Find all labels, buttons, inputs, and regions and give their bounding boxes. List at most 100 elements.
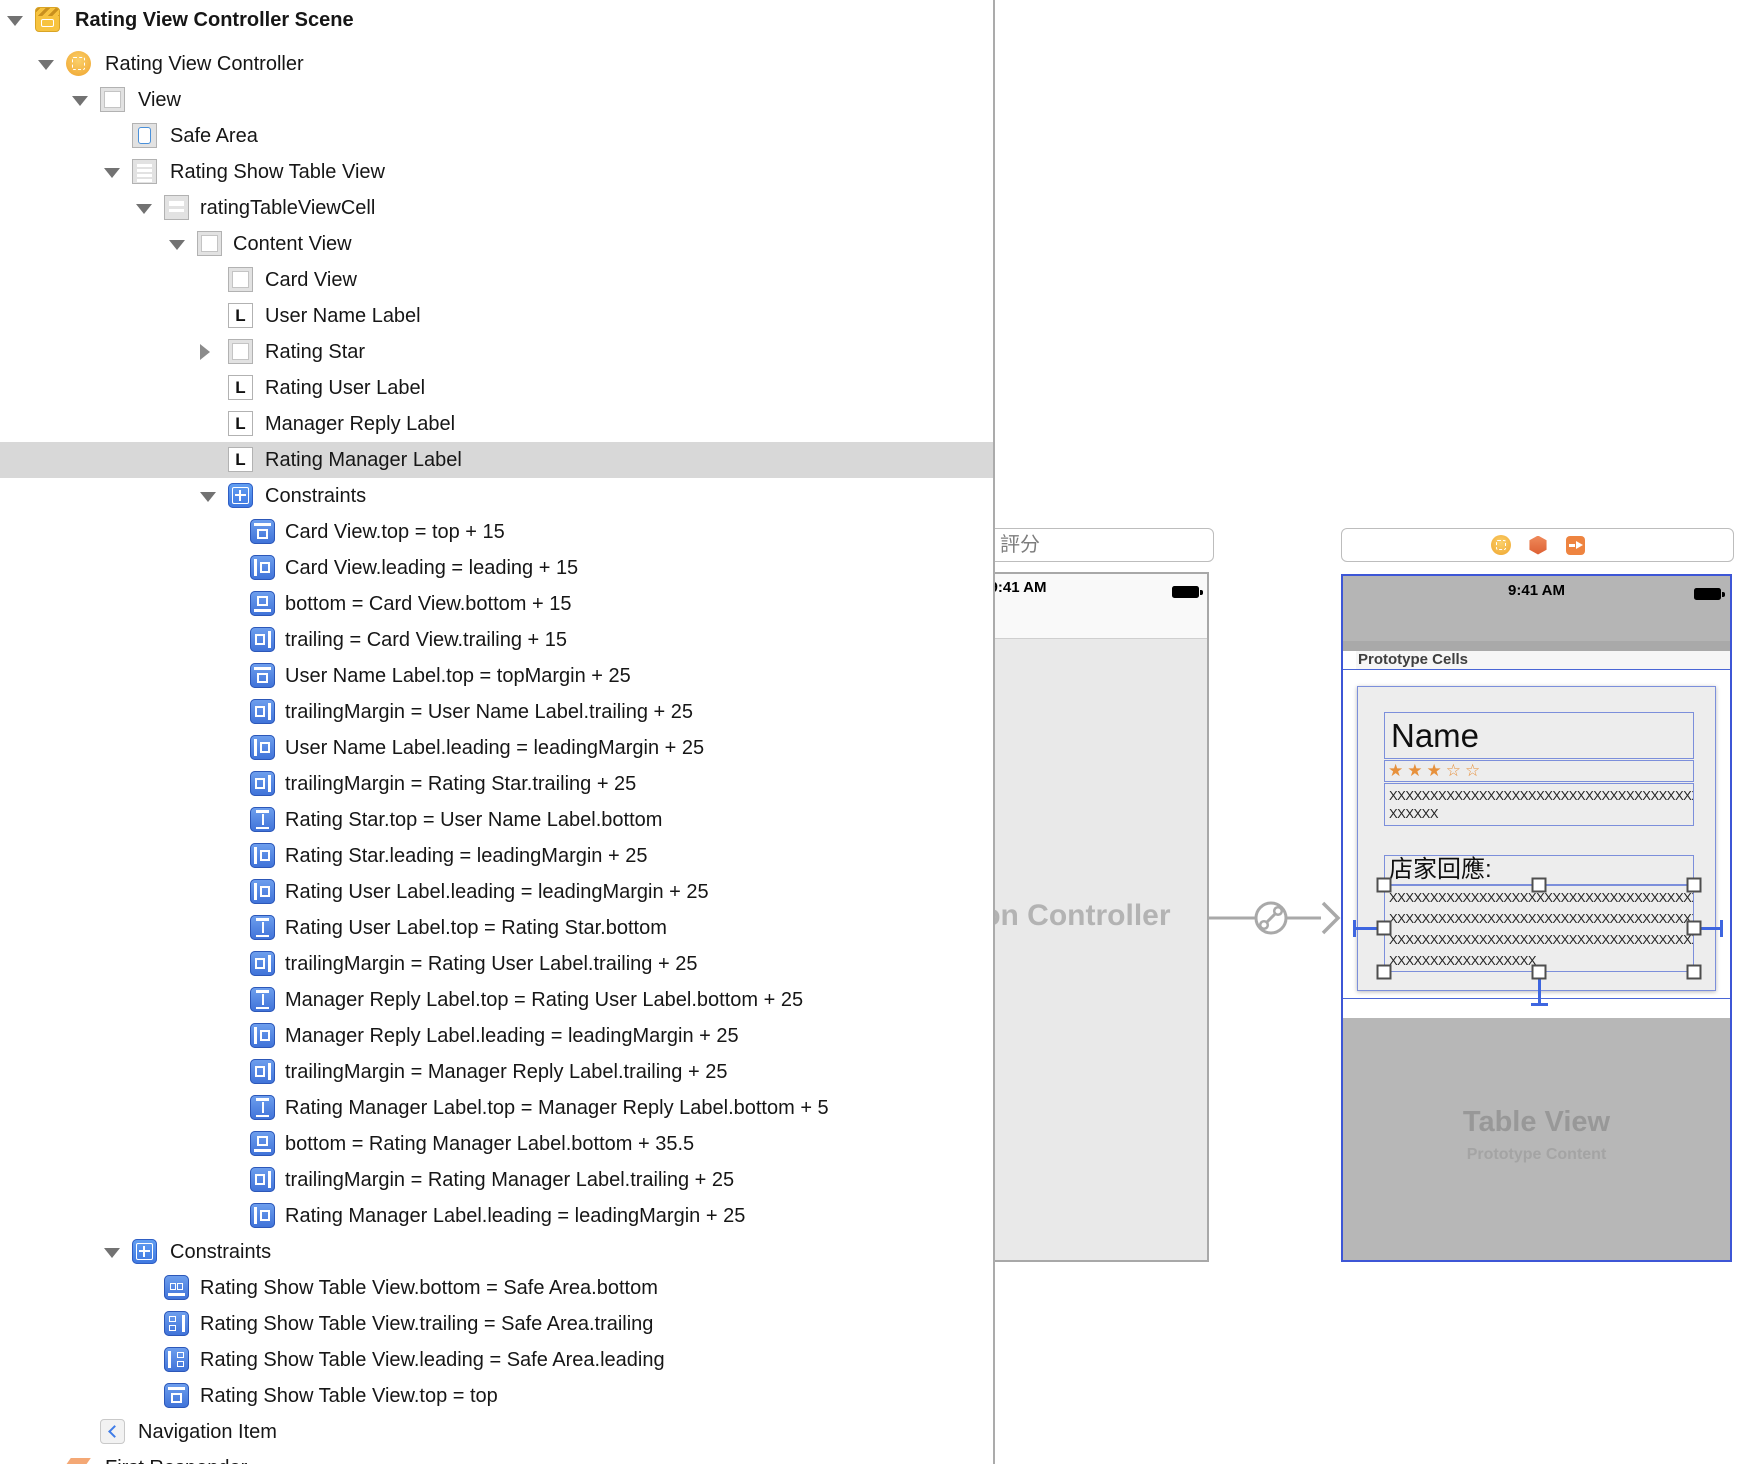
document-outline: Rating View Controller Scene Rating View … bbox=[0, 0, 993, 1464]
outline-row-user-name-label-top-topmargin-25[interactable]: User Name Label.top = topMargin + 25 bbox=[0, 658, 993, 694]
selection-handle[interactable] bbox=[1376, 964, 1392, 980]
outline-row-label: Constraints bbox=[265, 485, 367, 507]
view-icon bbox=[228, 339, 253, 364]
outline-row-card-view-top-top-15[interactable]: Card View.top = top + 15 bbox=[0, 514, 993, 550]
outline-row-label: bottom = Card View.bottom + 15 bbox=[285, 593, 572, 615]
disclosure-open-icon[interactable] bbox=[104, 168, 120, 178]
outline-row-card-view[interactable]: Card View bbox=[0, 262, 993, 298]
navigation-controller-scene[interactable]: 9:41 AM Navigation Controller bbox=[995, 572, 1209, 1262]
c-v-icon bbox=[250, 1095, 275, 1120]
storyboard-canvas[interactable]: 評分 9:41 AM Navigation Controller 9:41 AM… bbox=[995, 0, 1750, 1464]
ce-trailing-icon bbox=[164, 1311, 189, 1336]
ce-leading-icon bbox=[164, 1347, 189, 1372]
rating-manager-label[interactable]: XXXXXXXXXXXXXXXXXXXXXXXXXXXXXXXXXXXXXXXX… bbox=[1384, 885, 1694, 972]
outline-row-rating-star-leading-leadingmargin-25[interactable]: Rating Star.leading = leadingMargin + 25 bbox=[0, 838, 993, 874]
outline-row-rating-show-table-view-leading-safe-area-leading[interactable]: Rating Show Table View.leading = Safe Ar… bbox=[0, 1342, 993, 1378]
c-top-icon bbox=[164, 1383, 189, 1408]
table-icon bbox=[132, 159, 157, 184]
outline-row-label: ratingTableViewCell bbox=[200, 197, 376, 219]
outline-row-bottom-rating-manager-label-bottom-35-5[interactable]: bottom = Rating Manager Label.bottom + 3… bbox=[0, 1126, 993, 1162]
outline-row-constraints[interactable]: Constraints bbox=[0, 1234, 993, 1270]
rating-star-view[interactable]: ★★★☆☆ bbox=[1384, 760, 1694, 782]
c-trailing-icon bbox=[250, 627, 275, 652]
rating-view-controller-scene[interactable]: 9:41 AM Prototype Cells Name ★★★☆☆ XXXXX… bbox=[1341, 574, 1732, 1262]
outline-row-rating-star[interactable]: Rating Star bbox=[0, 334, 993, 370]
selection-handle[interactable] bbox=[1531, 877, 1547, 893]
outline-row-rating-user-label-leading-leadingmargin-25[interactable]: Rating User Label.leading = leadingMargi… bbox=[0, 874, 993, 910]
first-responder-icon[interactable] bbox=[1529, 535, 1547, 555]
c-trailing-icon bbox=[250, 771, 275, 796]
outline-row-label: Constraints bbox=[170, 1241, 272, 1263]
outline-row-user-name-label-leading-leadingmargin-25[interactable]: User Name Label.leading = leadingMargin … bbox=[0, 730, 993, 766]
outline-row-rating-manager-label-top-manager-reply-label-bot[interactable]: Rating Manager Label.top = Manager Reply… bbox=[0, 1090, 993, 1126]
outline-row-rating-show-table-view-bottom-safe-area-bottom[interactable]: Rating Show Table View.bottom = Safe Are… bbox=[0, 1270, 993, 1306]
user-name-label[interactable]: Name bbox=[1384, 712, 1694, 759]
outline-row-rating-manager-label-leading-leadingmargin-25[interactable]: Rating Manager Label.leading = leadingMa… bbox=[0, 1198, 993, 1234]
nav-scene-toolbar[interactable]: 評分 bbox=[995, 528, 1214, 562]
outline-row-rating-show-table-view-top-top[interactable]: Rating Show Table View.top = top bbox=[0, 1378, 993, 1414]
selection-handle[interactable] bbox=[1686, 964, 1702, 980]
outline-row-rating-star-top-user-name-label-bottom[interactable]: Rating Star.top = User Name Label.bottom bbox=[0, 802, 993, 838]
pane-divider[interactable] bbox=[993, 0, 995, 1464]
table-view-cell[interactable]: Name ★★★☆☆ XXXXXXXXXXXXXXXXXXXXXXXXXXXXX… bbox=[1343, 669, 1730, 1006]
selection-handle[interactable] bbox=[1376, 920, 1392, 936]
outline-row-label: Content View bbox=[233, 233, 352, 255]
outline-row-rating-show-table-view-trailing-safe-area-traili[interactable]: Rating Show Table View.trailing = Safe A… bbox=[0, 1306, 993, 1342]
outline-row-trailingmargin-rating-manager-label-trailing-25[interactable]: trailingMargin = Rating Manager Label.tr… bbox=[0, 1162, 993, 1198]
nav-icon bbox=[100, 1419, 125, 1444]
outline-row-trailing-card-view-trailing-15[interactable]: trailing = Card View.trailing + 15 bbox=[0, 622, 993, 658]
selection-handle[interactable] bbox=[1686, 920, 1702, 936]
outline-row-rating-user-label-top-rating-star-bottom[interactable]: Rating User Label.top = Rating Star.bott… bbox=[0, 910, 993, 946]
outline-row-rating-manager-label[interactable]: Rating Manager Label bbox=[0, 442, 993, 478]
outline-row-view[interactable]: View bbox=[0, 82, 993, 118]
outline-row-ratingtableviewcell[interactable]: ratingTableViewCell bbox=[0, 190, 993, 226]
disclosure-open-icon[interactable] bbox=[104, 1248, 120, 1258]
outline-row-card-view-leading-leading-15[interactable]: Card View.leading = leading + 15 bbox=[0, 550, 993, 586]
c-leading-icon bbox=[250, 555, 275, 580]
disclosure-open-icon[interactable] bbox=[200, 492, 216, 502]
view-icon bbox=[100, 87, 125, 112]
outline-row-manager-reply-label[interactable]: Manager Reply Label bbox=[0, 406, 993, 442]
outline-row-rating-user-label[interactable]: Rating User Label bbox=[0, 370, 993, 406]
outline-row-trailingmargin-manager-reply-label-trailing-25[interactable]: trailingMargin = Manager Reply Label.tra… bbox=[0, 1054, 993, 1090]
segue-arrow[interactable] bbox=[1209, 888, 1355, 948]
exit-icon[interactable] bbox=[1565, 535, 1585, 555]
outline-row-trailingmargin-rating-star-trailing-25[interactable]: trailingMargin = Rating Star.trailing + … bbox=[0, 766, 993, 802]
outline-row-constraints[interactable]: Constraints bbox=[0, 478, 993, 514]
outline-row-trailingmargin-rating-user-label-trailing-25[interactable]: trailingMargin = Rating User Label.trail… bbox=[0, 946, 993, 982]
outline-row-label: Manager Reply Label.leading = leadingMar… bbox=[285, 1025, 739, 1047]
selection-handle[interactable] bbox=[1531, 964, 1547, 980]
outline-row-manager-reply-label-leading-leadingmargin-25[interactable]: Manager Reply Label.leading = leadingMar… bbox=[0, 1018, 993, 1054]
outline-row-trailingmargin-user-name-label-trailing-25[interactable]: trailingMargin = User Name Label.trailin… bbox=[0, 694, 993, 730]
disclosure-open-icon[interactable] bbox=[169, 240, 185, 250]
nav-scene-title: 評分 bbox=[1000, 534, 1040, 556]
rating-scene-toolbar[interactable] bbox=[1341, 528, 1734, 562]
selection-handle[interactable] bbox=[1686, 877, 1702, 893]
c-bottom-icon bbox=[250, 1131, 275, 1156]
disclosure-open-icon[interactable] bbox=[72, 96, 88, 106]
disclosure-open-icon[interactable] bbox=[7, 16, 23, 26]
view-controller-icon[interactable] bbox=[1490, 535, 1511, 555]
responder-icon bbox=[65, 1455, 91, 1464]
outline-row-content-view[interactable]: Content View bbox=[0, 226, 993, 262]
outline-row-bottom-card-view-bottom-15[interactable]: bottom = Card View.bottom + 15 bbox=[0, 586, 993, 622]
outline-row-rating-view-controller-scene[interactable]: Rating View Controller Scene bbox=[0, 2, 993, 38]
rating-user-label[interactable]: XXXXXXXXXXXXXXXXXXXXXXXXXXXXXXXXXXXXXXXX… bbox=[1384, 783, 1694, 826]
selection-handle[interactable] bbox=[1376, 877, 1392, 893]
outline-row-first-responder[interactable]: First Responder bbox=[0, 1450, 993, 1464]
card-view[interactable]: Name ★★★☆☆ XXXXXXXXXXXXXXXXXXXXXXXXXXXXX… bbox=[1353, 686, 1723, 1006]
outline-row-rating-show-table-view[interactable]: Rating Show Table View bbox=[0, 154, 993, 190]
battery-icon bbox=[1172, 586, 1203, 598]
disclosure-collapsed-icon[interactable] bbox=[200, 344, 210, 360]
outline-row-rating-view-controller[interactable]: Rating View Controller bbox=[0, 46, 993, 82]
outline-row-manager-reply-label-top-rating-user-label-bottom[interactable]: Manager Reply Label.top = Rating User La… bbox=[0, 982, 993, 1018]
outline-row-user-name-label[interactable]: User Name Label bbox=[0, 298, 993, 334]
outline-row-navigation-item[interactable]: Navigation Item bbox=[0, 1414, 993, 1450]
outline-row-safe-area[interactable]: Safe Area bbox=[0, 118, 993, 154]
outline-row-label: Rating Star bbox=[265, 341, 366, 363]
outline-row-label: Rating Show Table View.trailing = Safe A… bbox=[200, 1313, 654, 1335]
outline-row-label: Rating Show Table View.bottom = Safe Are… bbox=[200, 1277, 658, 1299]
disclosure-open-icon[interactable] bbox=[38, 60, 54, 70]
constraints-icon bbox=[228, 483, 253, 508]
disclosure-open-icon[interactable] bbox=[136, 204, 152, 214]
